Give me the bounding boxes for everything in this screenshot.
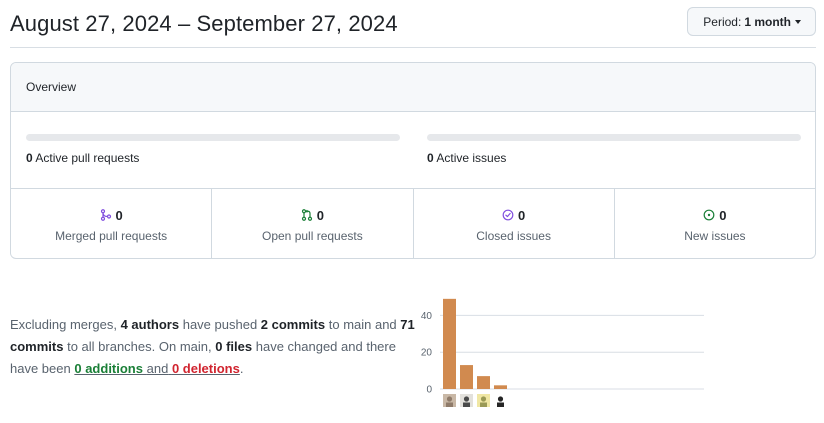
merged-pr-icon	[100, 209, 111, 221]
chart-bar	[460, 365, 473, 389]
chart-bar	[443, 298, 456, 389]
commits-text-6: and	[146, 361, 169, 376]
merged-pull-requests-label: Merged pull requests	[55, 229, 168, 243]
open-pull-requests-label: Open pull requests	[262, 229, 363, 243]
merged-pull-requests-stat[interactable]: 0 Merged pull requests	[11, 189, 213, 258]
additions-count: 0 additions	[74, 361, 143, 376]
active-pull-requests-count: 0	[26, 151, 33, 165]
issues-progress-bar	[427, 134, 801, 141]
closed-issues-label: Closed issues	[476, 229, 551, 243]
commits-text-7: .	[239, 361, 244, 376]
chart-y-tick-label: 20	[421, 348, 433, 359]
period-label: Period:	[703, 14, 742, 29]
commits-text-2: have pushed	[182, 317, 258, 332]
new-issue-icon	[703, 209, 715, 221]
diff-link[interactable]: 0 additions and 0 deletions	[74, 361, 240, 376]
new-issues-label: New issues	[684, 229, 746, 243]
page-header: August 27, 2024 – September 27, 2024 Per…	[10, 0, 816, 48]
open-pr-icon	[301, 209, 312, 221]
chart-bar	[494, 385, 507, 389]
overview-header: Overview	[11, 63, 815, 112]
author-avatar[interactable]	[494, 394, 507, 407]
chart-bar	[477, 376, 490, 389]
authors-count: 4 authors	[120, 317, 180, 332]
author-avatar[interactable]	[443, 394, 456, 407]
caret-down-icon	[795, 20, 801, 24]
period-value: 1 month	[744, 14, 791, 29]
closed-issues-count: 0	[518, 207, 526, 223]
commits-text-1: Excluding merges,	[10, 317, 117, 332]
commits-text-3: to main and	[328, 317, 397, 332]
new-issues-stat[interactable]: 0 New issues	[615, 189, 815, 258]
overview-title: Overview	[26, 80, 77, 94]
author-avatar[interactable]	[460, 394, 473, 407]
commits-by-author-chart: 0 20 40	[421, 298, 704, 407]
deletions-count: 0 deletions	[171, 361, 240, 376]
active-pull-requests-summary[interactable]: 0 Active pull requests	[26, 134, 400, 165]
active-issues-label: Active issues	[436, 151, 507, 165]
overview-summary: 0 Active pull requests 0 Active issues	[11, 112, 815, 189]
files-changed-count: 0 files	[215, 339, 253, 354]
merged-pull-requests-count: 0	[115, 207, 123, 223]
commits-main-count: 2 commits	[260, 317, 326, 332]
overview-stats: 0 Merged pull requests 0 Open pull reque…	[11, 189, 815, 258]
new-issues-count: 0	[719, 207, 727, 223]
overview-box: Overview 0 Active pull requests 0 Active…	[10, 62, 816, 259]
closed-issues-stat[interactable]: 0 Closed issues	[414, 189, 615, 258]
commits-summary: Excluding merges, 4 authors have pushed …	[10, 314, 415, 380]
date-range-title: August 27, 2024 – September 27, 2024	[10, 11, 398, 36]
chart-y-tick-label: 40	[421, 311, 433, 322]
period-dropdown-button[interactable]: Period: 1 month	[687, 7, 816, 36]
commits-text-4: to all branches. On main,	[67, 339, 212, 354]
active-issues-summary[interactable]: 0 Active issues	[427, 134, 801, 165]
open-pull-requests-count: 0	[316, 207, 324, 223]
active-issues-count: 0	[427, 151, 434, 165]
open-pull-requests-stat[interactable]: 0 Open pull requests	[212, 189, 414, 258]
pull-requests-progress-bar	[26, 134, 400, 141]
chart-y-tick-label: 0	[426, 385, 432, 396]
closed-issue-icon	[502, 209, 514, 221]
author-avatar[interactable]	[477, 394, 490, 407]
active-pull-requests-label: Active pull requests	[35, 151, 140, 165]
